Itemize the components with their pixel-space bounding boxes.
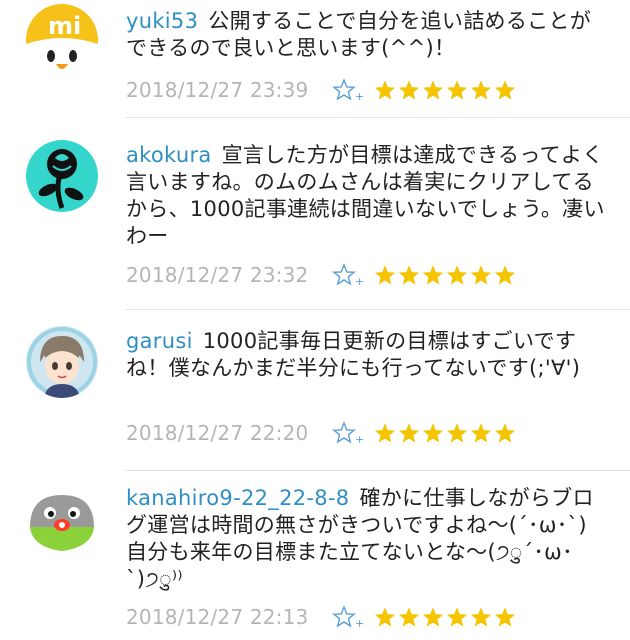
comment-meta: 2018/12/27 23:32 + [126, 262, 516, 288]
star-icon[interactable] [446, 79, 468, 101]
username-link[interactable]: yuki53 [126, 9, 198, 33]
timestamp: 2018/12/27 22:13 [126, 605, 309, 629]
star-icon[interactable] [446, 264, 468, 286]
add-star-icon[interactable]: + [332, 421, 366, 445]
comment-meta: 2018/12/27 22:13 + [126, 604, 516, 630]
star-icon[interactable] [470, 422, 492, 444]
star-icon[interactable] [374, 422, 396, 444]
username-link[interactable]: kanahiro9-22_22-8-8 [126, 486, 349, 510]
timestamp: 2018/12/27 22:20 [126, 421, 309, 445]
mi-duck-avatar-icon: mi [26, 4, 98, 76]
star-icon[interactable] [494, 79, 516, 101]
star-icon[interactable] [494, 606, 516, 628]
star-icon[interactable] [374, 264, 396, 286]
anime-boy-avatar-icon [26, 326, 98, 398]
comment-text: 1000記事毎日更新の目標はすごいですね！僕なんかまだ半分にも行ってないです(;… [126, 329, 581, 380]
star-icon[interactable] [422, 606, 444, 628]
comment-item: garusi 1000記事毎日更新の目標はすごいですね！僕なんかまだ半分にも行って… [0, 310, 630, 470]
star-list [374, 79, 516, 101]
star-icon[interactable] [470, 79, 492, 101]
comment-meta: 2018/12/27 22:20 + [126, 420, 516, 446]
star-icon[interactable] [422, 264, 444, 286]
comment-meta: 2018/12/27 23:39 + [126, 77, 516, 103]
star-icon[interactable] [422, 422, 444, 444]
avatar[interactable] [26, 487, 98, 559]
comment-body: garusi 1000記事毎日更新の目標はすごいですね！僕なんかまだ半分にも行って… [126, 328, 606, 382]
star-icon[interactable] [470, 606, 492, 628]
comment-item: kanahiro9-22_22-8-8 確かに仕事しながらブログ運営は時間の無さが… [0, 471, 630, 640]
star-icon[interactable] [374, 606, 396, 628]
star-list [374, 422, 516, 444]
star-icon[interactable] [374, 79, 396, 101]
username-link[interactable]: akokura [126, 143, 212, 167]
star-icon[interactable] [470, 264, 492, 286]
star-icon[interactable] [398, 606, 420, 628]
username-link[interactable]: garusi [126, 329, 193, 353]
svg-text:+: + [355, 433, 364, 445]
svg-text:mi: mi [48, 12, 81, 40]
black-rose-avatar-icon [26, 140, 98, 212]
comment-body: kanahiro9-22_22-8-8 確かに仕事しながらブログ運営は時間の無さが… [126, 485, 606, 593]
svg-text:+: + [355, 275, 364, 287]
add-star-icon[interactable]: + [332, 263, 366, 287]
star-icon[interactable] [422, 79, 444, 101]
avatar[interactable]: mi [26, 4, 98, 76]
star-icon[interactable] [446, 422, 468, 444]
svg-text:+: + [355, 90, 364, 102]
star-icon[interactable] [398, 264, 420, 286]
add-star-icon[interactable]: + [332, 605, 366, 629]
star-list [374, 264, 516, 286]
star-icon[interactable] [494, 422, 516, 444]
comment-body: yuki53 公開することで自分を追い詰めることができるので良いと思います(^^)… [126, 8, 606, 62]
star-icon[interactable] [398, 79, 420, 101]
add-star-icon[interactable]: + [332, 78, 366, 102]
comment-body: akokura 宣言した方が目標は達成できるってよく言いますね。のムのムさんは着実… [126, 142, 606, 250]
star-icon[interactable] [446, 606, 468, 628]
timestamp: 2018/12/27 23:32 [126, 263, 309, 287]
timestamp: 2018/12/27 23:39 [126, 78, 309, 102]
star-list [374, 606, 516, 628]
avatar[interactable] [26, 326, 98, 398]
comment-item: akokura 宣言した方が目標は達成できるってよく言いますね。のムのムさんは着実… [0, 118, 630, 296]
avatar[interactable] [26, 140, 98, 212]
star-icon[interactable] [494, 264, 516, 286]
comment-item: mi yuki53 公開することで自分を追い詰めることができるので良いと思います(… [0, 0, 630, 115]
green-bird-avatar-icon [26, 487, 98, 559]
svg-text:+: + [355, 617, 364, 629]
star-icon[interactable] [398, 422, 420, 444]
